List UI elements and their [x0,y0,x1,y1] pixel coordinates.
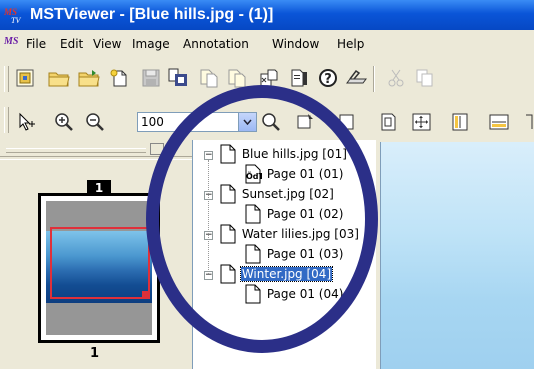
panel-grip[interactable] [6,148,146,153]
fit-height-icon[interactable] [449,111,471,133]
thumbnail-view-rect[interactable] [50,227,150,299]
properties-icon[interactable] [288,67,310,89]
tree-item-file[interactable]: Sunset.jpg [02] [219,184,335,204]
panel-close-icon[interactable]: × [166,141,176,155]
window-title: MSTViewer - [Blue hills.jpg - (1)] [30,6,274,23]
menu-file[interactable]: File [26,37,46,51]
paste-page-icon[interactable] [226,67,248,89]
magnifier-icon[interactable] [260,111,282,133]
tree-item-page[interactable]: Page 01 (02) [244,204,344,224]
zoom-in-icon[interactable] [53,111,75,133]
tree-connector [208,160,210,274]
page-icon [245,284,261,304]
page-number-label: 1 [90,346,100,361]
main-toolbar: ? [0,56,534,100]
menu-bar: MS File Edit View Image Annotation Windo… [0,30,534,56]
print-preview-icon[interactable] [168,67,190,89]
tree-item-label: Page 01 (02) [266,206,344,221]
document-logo-icon[interactable]: MS [4,34,24,52]
panel-restore-icon[interactable] [150,143,164,155]
select-area-icon[interactable] [294,111,316,133]
tree-item-label: Blue hills.jpg [01] [241,146,347,161]
menu-image[interactable]: Image [132,37,170,51]
copy-icon[interactable] [414,67,436,89]
menu-edit[interactable]: Edit [60,37,83,51]
new-page-icon[interactable] [108,67,130,89]
toolbar-overflow-icon[interactable] [518,111,534,133]
toolbar-grip[interactable] [4,107,9,133]
thumbnail-canvas [46,201,152,335]
svg-text:TV: TV [11,16,21,24]
cut-icon[interactable] [385,67,407,89]
scanner-icon[interactable] [345,67,367,89]
image-viewer [376,140,534,369]
app-logo-icon: MS TV [4,7,21,24]
page-thumbnail[interactable] [38,193,160,343]
scan-icon[interactable] [14,67,36,89]
svg-text:ÕdT: ÕdT [246,170,262,181]
toolbar-grip[interactable] [4,66,9,92]
fit-width-icon[interactable] [488,111,510,133]
document-icon [220,224,236,244]
tree-item-page[interactable]: ÕdT Page 01 (01) [244,164,344,184]
tree-item-file[interactable]: Water lilies.jpg [03] [219,224,360,244]
open-folder-icon[interactable] [48,67,70,89]
tree-item-page[interactable]: Page 01 (03) [244,244,344,264]
tree-item-file[interactable]: Blue hills.jpg [01] [219,144,348,164]
panel-divider [0,156,192,160]
ocr-page-icon: ÕdT [245,164,265,184]
save-icon[interactable] [140,67,162,89]
menu-window[interactable]: Window [272,37,319,51]
document-image[interactable] [380,142,534,369]
menu-annotation[interactable]: Annotation [183,37,249,51]
tree-item-file-selected[interactable]: Winter.jpg [04] [219,264,334,284]
pointer-icon[interactable] [16,111,38,133]
tree-item-label: Water lilies.jpg [03] [241,226,359,241]
help-icon[interactable]: ? [317,67,339,89]
fit-page-icon[interactable] [336,111,358,133]
collapse-toggle[interactable]: − [204,151,213,160]
copy-page-icon[interactable] [198,67,220,89]
zoom-out-icon[interactable] [84,111,106,133]
page-icon [245,204,261,224]
open-folder-arrow-icon[interactable] [78,67,100,89]
document-icon [220,144,236,164]
tree-item-label: Winter.jpg [04] [239,265,334,282]
document-icon [220,184,236,204]
fit-width-left-icon[interactable] [378,111,400,133]
menu-view[interactable]: View [93,37,121,51]
toolbar-separator [373,66,375,92]
title-bar: MS TV MSTViewer - [Blue hills.jpg - (1)] [0,0,534,30]
svg-text:MS: MS [4,36,19,47]
chevron-down-icon[interactable] [238,113,256,131]
insert-page-icon[interactable] [258,67,280,89]
page-icon [245,244,261,264]
tree-item-label: Page 01 (01) [266,166,344,181]
tree-item-page[interactable]: Page 01 (04) [244,284,344,304]
tree-item-label: Page 01 (04) [266,286,344,301]
zoom-value[interactable]: 100 [141,115,164,129]
zoom-combobox[interactable]: 100 [137,112,257,132]
svg-text:?: ? [324,72,332,87]
document-icon [220,264,236,284]
page-number-badge: 1 [87,180,111,196]
tree-item-label: Sunset.jpg [02] [241,186,334,201]
resize-handle[interactable] [142,291,150,299]
fit-both-icon[interactable] [411,111,433,133]
menu-help[interactable]: Help [337,37,364,51]
tree-item-label: Page 01 (03) [266,246,344,261]
